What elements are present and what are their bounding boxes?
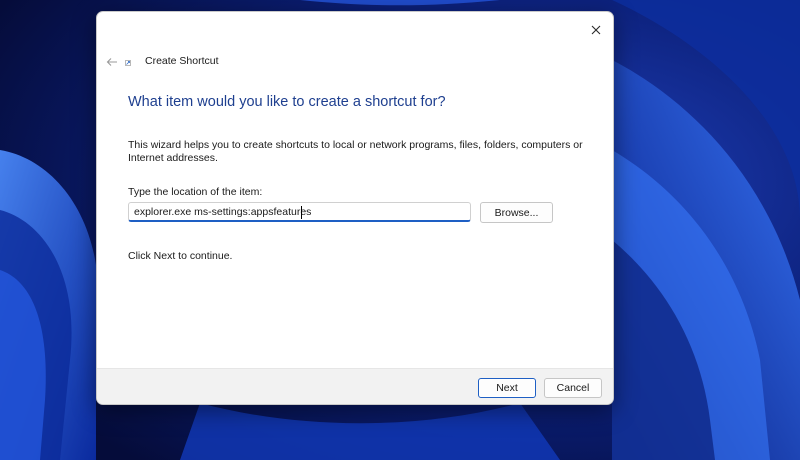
next-button[interactable]: Next bbox=[478, 378, 536, 398]
dialog-footer: Next Cancel bbox=[97, 368, 613, 404]
location-label: Type the location of the item: bbox=[128, 186, 263, 198]
browse-button[interactable]: Browse... bbox=[480, 202, 553, 223]
continue-instruction: Click Next to continue. bbox=[128, 250, 233, 262]
text-caret bbox=[301, 206, 302, 219]
back-button[interactable] bbox=[101, 52, 123, 72]
wizard-heading: What item would you like to create a sho… bbox=[128, 94, 446, 110]
shortcut-app-icon bbox=[125, 60, 131, 66]
wizard-description: This wizard helps you to create shortcut… bbox=[128, 139, 583, 164]
window-title: Create Shortcut bbox=[145, 55, 219, 67]
close-button[interactable] bbox=[583, 18, 609, 42]
back-arrow-icon bbox=[106, 58, 117, 66]
close-icon bbox=[591, 25, 601, 35]
create-shortcut-dialog: Create Shortcut What item would you like… bbox=[96, 11, 614, 405]
location-input[interactable] bbox=[128, 202, 471, 222]
cancel-button[interactable]: Cancel bbox=[544, 378, 602, 398]
